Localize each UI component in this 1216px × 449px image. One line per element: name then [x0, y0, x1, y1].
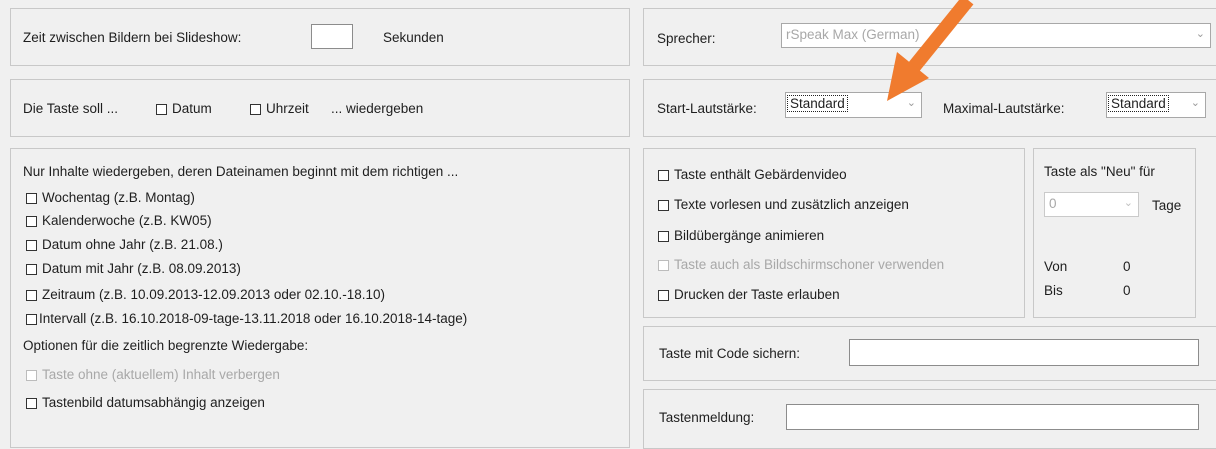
checkbox-box[interactable] [156, 104, 167, 115]
days-unit: Tage [1152, 198, 1182, 213]
chevron-down-icon: ⌄ [1195, 28, 1205, 40]
key-plays-panel: Die Taste soll ... Datum Uhrzeit ... wie… [10, 79, 630, 137]
key-plays-suffix: ... wiedergeben [331, 101, 424, 116]
chevron-down-icon: ⌄ [1123, 197, 1133, 209]
message-label: Tastenmeldung: [659, 410, 755, 425]
key-plays-prefix: Die Taste soll ... [23, 101, 119, 116]
checkbox-box[interactable] [658, 200, 669, 211]
chevron-down-icon: ⌄ [906, 97, 916, 109]
max-volume-label: Maximal-Lautstärke: [943, 101, 1065, 116]
checkbox-box[interactable] [26, 240, 37, 251]
speaker-select[interactable]: rSpeak Max (German) ⌄ [781, 23, 1211, 48]
new-key-title: Taste als "Neu" für [1044, 164, 1155, 179]
code-label: Taste mit Code sichern: [659, 346, 801, 361]
volume-panel: Start-Lautstärke: Standard ⌄ Maximal-Lau… [643, 79, 1216, 137]
slideshow-unit: Sekunden [383, 30, 444, 45]
new-key-panel: Taste als "Neu" für 0 ⌄ Tage Von 0 Bis 0 [1033, 148, 1196, 318]
checkbox-box[interactable] [26, 193, 37, 204]
checkbox-box[interactable] [26, 314, 37, 325]
start-volume-select[interactable]: Standard ⌄ [785, 92, 922, 118]
checkbox-box[interactable] [250, 104, 261, 115]
limited-playback-title: Optionen für die zeitlich begrenzte Wied… [23, 338, 309, 353]
checkbox-box[interactable] [26, 264, 37, 275]
message-panel: Tastenmeldung: [643, 389, 1216, 449]
chevron-down-icon: ⌄ [1190, 97, 1200, 109]
checkbox-box[interactable] [26, 216, 37, 227]
from-value: 0 [1123, 259, 1131, 274]
max-volume-select[interactable]: Standard ⌄ [1106, 92, 1206, 118]
speaker-label: Sprecher: [657, 31, 716, 46]
to-label: Bis [1044, 283, 1063, 298]
new-days-select[interactable]: 0 ⌄ [1044, 192, 1139, 217]
from-label: Von [1044, 259, 1068, 274]
key-options-panel: Taste enthält Gebärdenvideo Texte vorles… [643, 148, 1025, 318]
filename-filter-intro: Nur Inhalte wiedergeben, deren Dateiname… [23, 164, 459, 179]
checkbox-box[interactable] [658, 170, 669, 181]
start-volume-label: Start-Lautstärke: [657, 101, 757, 116]
filename-filter-panel: Nur Inhalte wiedergeben, deren Dateiname… [10, 148, 630, 448]
speaker-panel: Sprecher: rSpeak Max (German) ⌄ [643, 8, 1216, 66]
slideshow-panel: Zeit zwischen Bildern bei Slideshow: Sek… [10, 8, 630, 66]
message-input[interactable] [786, 404, 1199, 430]
checkbox-box[interactable] [26, 370, 37, 381]
code-input[interactable] [849, 339, 1199, 366]
slideshow-label: Zeit zwischen Bildern bei Slideshow: [23, 30, 242, 45]
checkbox-box[interactable] [26, 398, 37, 409]
slideshow-seconds-input[interactable] [311, 24, 353, 49]
checkbox-box[interactable] [658, 231, 669, 242]
to-value: 0 [1123, 283, 1131, 298]
checkbox-box[interactable] [658, 290, 669, 301]
checkbox-box[interactable] [26, 290, 37, 301]
checkbox-box[interactable] [658, 260, 669, 271]
code-panel: Taste mit Code sichern: [643, 326, 1216, 381]
